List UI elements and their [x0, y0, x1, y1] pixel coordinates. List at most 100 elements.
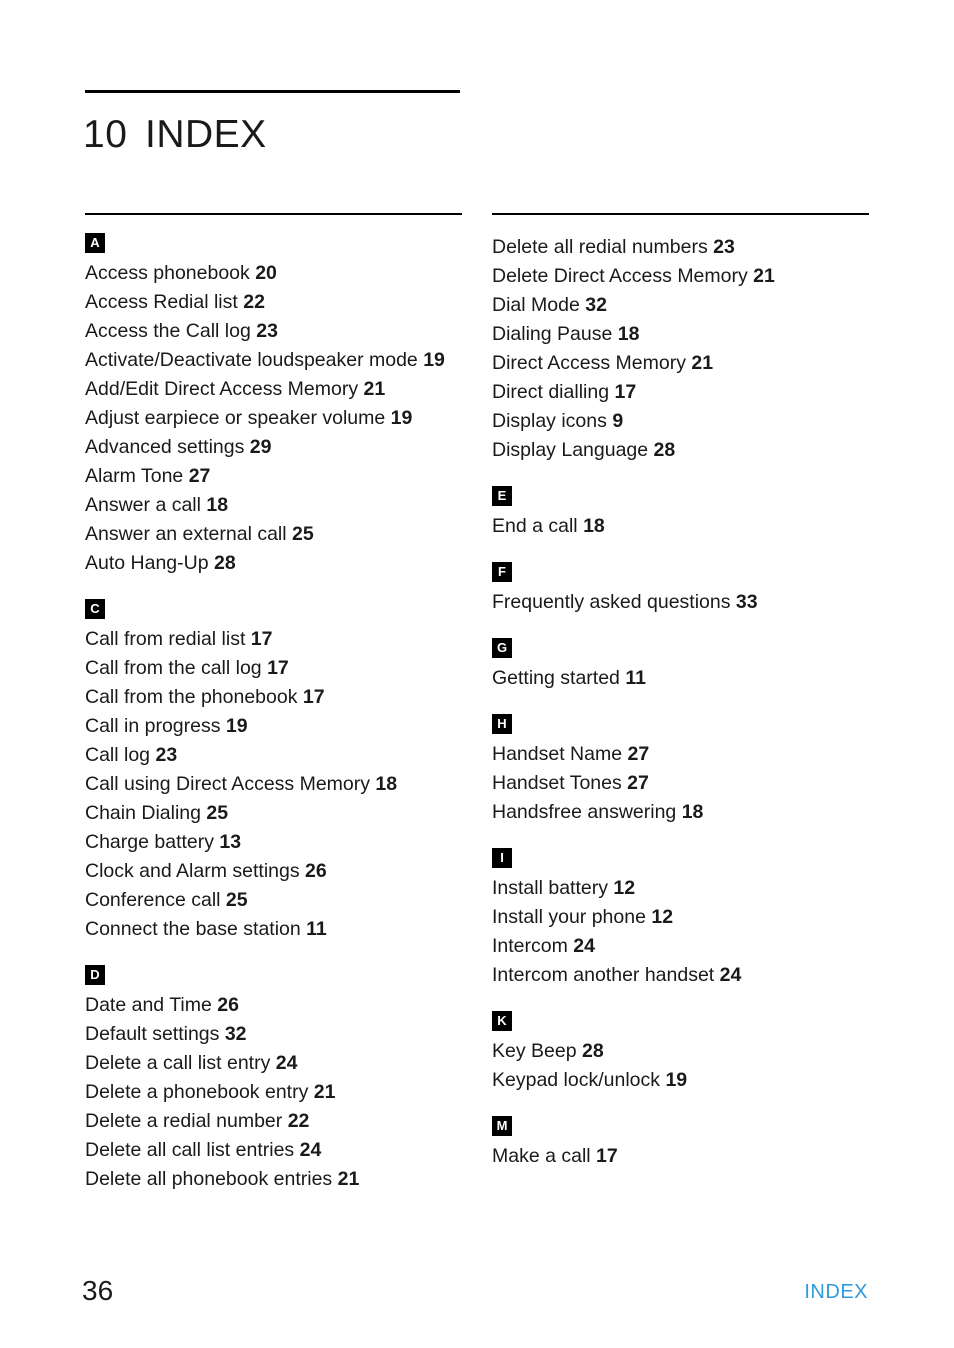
index-entry-page: 11 — [306, 917, 327, 940]
index-entry-page: 17 — [267, 656, 289, 679]
index-entry-label: Answer a call — [85, 493, 201, 516]
index-entry-label: Delete Direct Access Memory — [492, 264, 748, 287]
index-entry[interactable]: Clock and Alarm settings 26 — [85, 857, 462, 886]
index-entry[interactable]: Date and Time 26 — [85, 991, 462, 1020]
index-entry-page: 21 — [363, 377, 386, 400]
index-entry-label: Date and Time — [85, 993, 212, 1016]
letter-badge: D — [85, 964, 105, 985]
index-entry[interactable]: Delete a redial number 22 — [85, 1107, 462, 1136]
index-columns: A Access phonebook 20 Access Redial list 2… — [85, 213, 869, 1194]
index-entry[interactable]: Alarm Tone 27 — [85, 462, 462, 491]
index-entry[interactable]: Answer an external call 25 — [85, 520, 462, 549]
index-entry-label: Intercom another handset — [492, 963, 715, 986]
index-entry[interactable]: Call using Direct Access Memory 18 — [85, 770, 462, 799]
letter-badge: E — [492, 485, 512, 506]
index-entry[interactable]: Delete a phonebook entry 21 — [85, 1078, 462, 1107]
index-entry-page: 13 — [219, 830, 242, 853]
index-entry-label: Answer an external call — [85, 522, 287, 545]
index-entry[interactable]: Dialing Pause 18 — [492, 320, 869, 349]
index-entry[interactable]: Advanced settings 29 — [85, 433, 462, 462]
index-entry-page: 12 — [651, 905, 674, 928]
index-entry-label: Keypad lock/unlock — [492, 1068, 661, 1091]
index-entry[interactable]: Dial Mode 32 — [492, 291, 869, 320]
index-entry[interactable]: Install your phone 12 — [492, 903, 869, 932]
letter-badge: F — [492, 561, 512, 582]
index-entry-label: Dial Mode — [492, 293, 580, 316]
index-section-f: F Frequently asked questions 33 — [492, 561, 869, 617]
index-entry-label: Access Redial list — [85, 290, 238, 313]
index-entry[interactable]: Access Redial list 22 — [85, 288, 462, 317]
index-entry-page: 12 — [613, 876, 636, 899]
index-entry[interactable]: Intercom another handset 24 — [492, 961, 869, 990]
index-entry-label: Chain Dialing — [85, 801, 201, 824]
index-entry[interactable]: Display icons 9 — [492, 407, 869, 436]
index-entry[interactable]: Access phonebook 20 — [85, 259, 462, 288]
index-entry[interactable]: Delete all call list entries 24 — [85, 1136, 462, 1165]
index-entry[interactable]: Call from the call log 17 — [85, 654, 462, 683]
index-entry[interactable]: Access the Call log 23 — [85, 317, 462, 346]
index-entry[interactable]: Adjust earpiece or speaker volume 19 — [85, 404, 462, 433]
letter-badge: A — [85, 232, 105, 253]
index-section-h: H Handset Name 27 Handset Tones 27 Handsfre… — [492, 713, 869, 827]
index-entry[interactable]: Frequently asked questions 33 — [492, 588, 869, 617]
index-entry[interactable]: Connect the base station 11 — [85, 915, 462, 944]
index-entry[interactable]: Delete all redial numbers 23 — [492, 233, 869, 262]
index-entry[interactable]: Handset Tones 27 — [492, 769, 869, 798]
index-entry-label: Connect the base station — [85, 917, 301, 940]
index-entry[interactable]: Getting started 11 — [492, 664, 869, 693]
index-entry[interactable]: Handset Name 27 — [492, 740, 869, 769]
index-entry-label: End a call — [492, 514, 578, 537]
index-entry[interactable]: Chain Dialing 25 — [85, 799, 462, 828]
index-entry[interactable]: Intercom 24 — [492, 932, 869, 961]
column-rule — [492, 213, 869, 215]
index-entry[interactable]: Add/Edit Direct Access Memory 21 — [85, 375, 462, 404]
index-entry[interactable]: Auto Hang-Up 28 — [85, 549, 462, 578]
index-entry[interactable]: Call from redial list 17 — [85, 625, 462, 654]
index-entry-label: Direct Access Memory — [492, 351, 686, 374]
index-section-k: K Key Beep 28 Keypad lock/unlock 19 — [492, 1010, 869, 1095]
letter-badge: I — [492, 847, 512, 868]
index-entry[interactable]: Install battery 12 — [492, 874, 869, 903]
index-entry[interactable]: Direct Access Memory 21 — [492, 349, 869, 378]
index-entry[interactable]: Key Beep 28 — [492, 1037, 869, 1066]
index-entry-label: Charge battery — [85, 830, 214, 853]
index-entry[interactable]: Activate/Deactivate loudspeaker mode 19 — [85, 346, 462, 375]
index-entry[interactable]: Delete Direct Access Memory 21 — [492, 262, 869, 291]
index-entry[interactable]: Make a call 17 — [492, 1142, 869, 1171]
index-entry-label: Activate/Deactivate loudspeaker mode — [85, 348, 418, 371]
index-entry[interactable]: Default settings 32 — [85, 1020, 462, 1049]
index-entry-page: 24 — [573, 934, 595, 957]
index-entry[interactable]: Answer a call 18 — [85, 491, 462, 520]
index-entry[interactable]: Delete all phonebook entries 21 — [85, 1165, 462, 1194]
index-entry-label: Direct dialling — [492, 380, 610, 403]
index-section-continued: Delete all redial numbers 23 Delete Direc… — [492, 233, 869, 465]
index-section-e: E End a call 18 — [492, 485, 869, 541]
index-entry-page: 27 — [188, 464, 211, 487]
index-entry[interactable]: Call in progress 19 — [85, 712, 462, 741]
letter-badge: G — [492, 637, 512, 658]
index-entry-page: 19 — [665, 1068, 688, 1091]
index-entry[interactable]: Call log 23 — [85, 741, 462, 770]
index-entry-page: 32 — [224, 1022, 247, 1045]
index-entry-page: 18 — [617, 322, 640, 345]
index-entry[interactable]: Charge battery 13 — [85, 828, 462, 857]
index-entry-label: Alarm Tone — [85, 464, 184, 487]
index-entry[interactable]: Keypad lock/unlock 19 — [492, 1066, 869, 1095]
index-entry[interactable]: Delete a call list entry 24 — [85, 1049, 462, 1078]
index-entry-page: 20 — [255, 261, 277, 284]
index-entry-label: Call from the call log — [85, 656, 262, 679]
index-entry-label: Call from redial list — [85, 627, 246, 650]
index-entry[interactable]: Display Language 28 — [492, 436, 869, 465]
index-entry-page: 26 — [217, 993, 239, 1016]
index-entry[interactable]: Conference call 25 — [85, 886, 462, 915]
index-entry-page: 17 — [302, 685, 325, 708]
index-entry-label: Call log — [85, 743, 151, 766]
index-entry[interactable]: Call from the phonebook 17 — [85, 683, 462, 712]
index-entry[interactable]: Direct dialling 17 — [492, 378, 869, 407]
index-entry-page: 21 — [691, 351, 714, 374]
index-entry-label: Delete a call list entry — [85, 1051, 271, 1074]
index-section-m: M Make a call 17 — [492, 1115, 869, 1171]
index-entry[interactable]: End a call 18 — [492, 512, 869, 541]
index-entry[interactable]: Handsfree answering 18 — [492, 798, 869, 827]
index-entry-label: Dialing Pause — [492, 322, 613, 345]
